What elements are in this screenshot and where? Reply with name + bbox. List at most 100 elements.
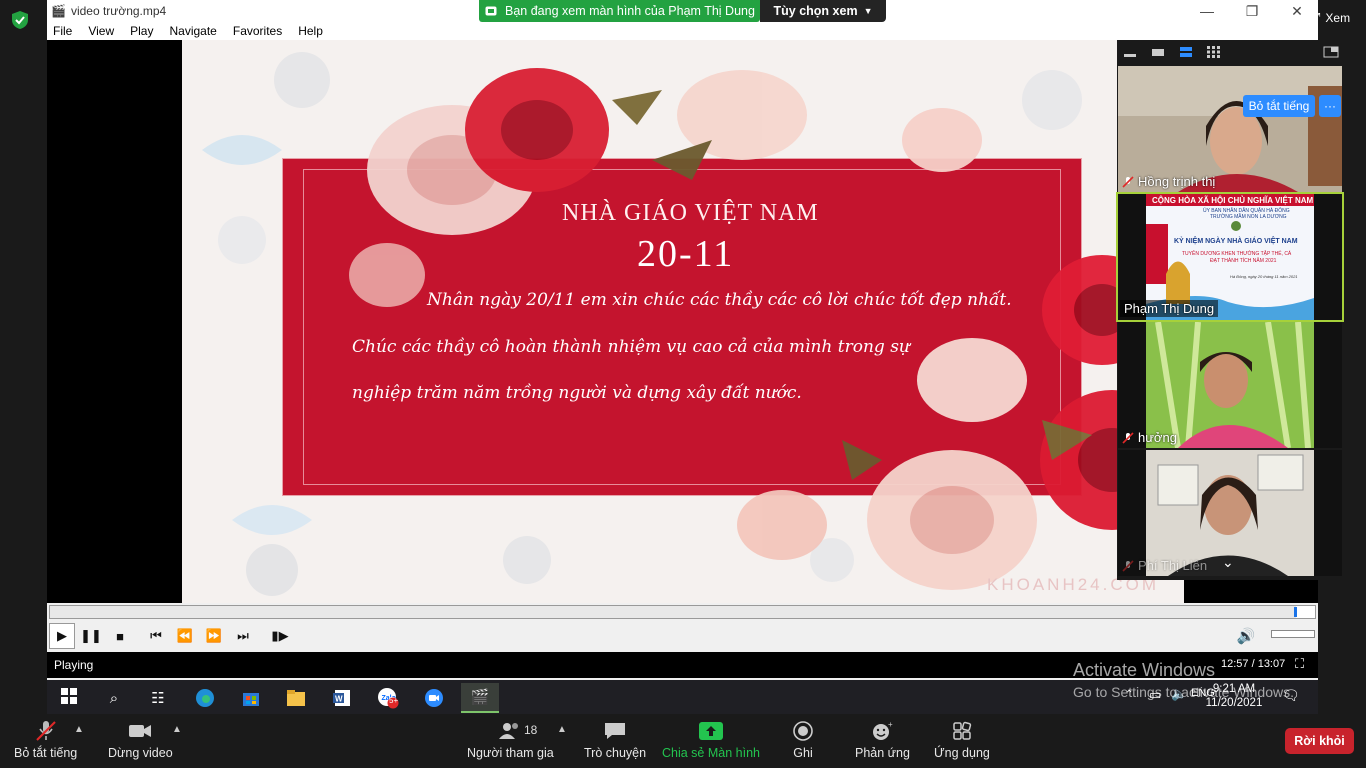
view-options-button[interactable]: Tùy chọn xem ▼ [760, 0, 886, 22]
mute-options-chevron-icon[interactable]: ▲ [74, 724, 84, 735]
shared-slide-line-3: TRƯỜNG MẦM NON LA DƯƠNG [1210, 214, 1287, 220]
chat-icon [605, 723, 626, 739]
chat-label: Trò chuyện [584, 746, 647, 760]
apps-button[interactable]: Ứng dụng [934, 720, 990, 760]
video-camera-icon [129, 725, 152, 737]
zalo-badge: 5+ [389, 696, 399, 705]
volume-slider[interactable] [1271, 630, 1315, 638]
player-title: video trường.mp4 [70, 4, 167, 18]
menu-file[interactable]: File [53, 24, 72, 38]
single-view-icon[interactable] [1151, 46, 1165, 58]
strip-view-icon[interactable] [1179, 46, 1193, 58]
card-title: NHÀ GIÁO VIỆT NAM [562, 200, 819, 226]
unmute-all-button[interactable]: Bỏ tắt tiếng [1243, 95, 1315, 117]
next-icon[interactable]: ⏭ [230, 623, 256, 649]
svg-text:+: + [888, 720, 893, 729]
seek-progress [50, 606, 1297, 618]
activate-windows-title: Activate Windows [1073, 660, 1216, 680]
smiley-icon: + [873, 720, 893, 740]
play-icon[interactable]: ▶ [49, 623, 75, 649]
participant-tile[interactable]: Bỏ tắt tiếng ··· Hồng trịnh thị [1118, 66, 1342, 192]
participant-name: Phạm Thị Dung [1124, 301, 1215, 316]
volume-icon[interactable]: 🔊 [1233, 623, 1259, 649]
view-button[interactable]: ⤢ Xem [1310, 10, 1350, 26]
minimize-panel-icon[interactable] [1123, 46, 1137, 58]
participants-options-chevron-icon[interactable]: ▲ [557, 724, 567, 735]
zalo-icon[interactable]: Zalo [369, 683, 407, 713]
search-icon[interactable]: ⌕ [95, 683, 133, 713]
pop-out-icon[interactable] [1323, 46, 1339, 58]
store-icon[interactable] [232, 683, 270, 713]
pause-icon[interactable]: ❚❚ [78, 623, 104, 649]
frame-step-icon[interactable]: ▮▶ [267, 623, 293, 649]
participant-name-label: Hồng trịnh thị [1122, 174, 1215, 189]
shield-icon[interactable] [10, 10, 30, 30]
participant-tile[interactable]: hưởng [1118, 322, 1342, 448]
record-button[interactable]: Ghi [790, 720, 816, 760]
zoom-meeting-window: 🎬 video trường.mp4 — ❐ ✕ File View Play … [0, 0, 1366, 768]
grid-view-icon[interactable] [1207, 46, 1221, 58]
screen-share-icon [485, 6, 497, 16]
participants-label: Người tham gia [467, 746, 554, 760]
mic-muted-icon [1122, 431, 1134, 444]
shared-slide-line-6: ĐẠT THÀNH TÍCH NĂM 2021 [1210, 258, 1277, 264]
maximize-icon[interactable]: ❐ [1232, 0, 1272, 22]
activate-windows-subtitle: Go to Settings to activate Windows. [1073, 684, 1294, 700]
more-options-button[interactable]: ··· [1319, 95, 1341, 117]
task-view-icon[interactable]: ☷ [139, 683, 177, 713]
media-player-icon[interactable]: 🎬 [461, 683, 499, 713]
seek-thumb[interactable] [1294, 607, 1298, 617]
record-label: Ghi [793, 746, 813, 760]
card-greeting-line-2: Chúc các thầy cô hoàn thành nhiệm vụ cao… [352, 337, 910, 357]
svg-text:W: W [335, 695, 343, 704]
mic-muted-icon [1122, 175, 1134, 188]
seek-bar[interactable] [49, 605, 1316, 619]
menu-favorites[interactable]: Favorites [233, 24, 282, 38]
fullscreen-icon[interactable]: ⛶ [1295, 656, 1304, 672]
player-menu-bar: File View Play Navigate Favorites Help [47, 22, 1318, 40]
view-options-label: Tùy chọn xem [773, 4, 858, 18]
edge-browser-icon[interactable] [186, 683, 224, 713]
chevron-down-icon: ▼ [863, 6, 873, 16]
minimize-icon[interactable]: — [1187, 0, 1227, 22]
mic-muted-icon [1122, 559, 1134, 572]
participant-tile[interactable]: Phí Thị Liên ⌄ [1118, 450, 1342, 576]
participants-icon [499, 723, 519, 739]
participant-gallery: Bỏ tắt tiếng ··· Hồng trịnh thị CỘNG HÒA… [1116, 40, 1366, 580]
stop-icon[interactable]: ■ [107, 623, 133, 649]
mute-button[interactable]: Bỏ tắt tiếng [14, 720, 77, 760]
fast-forward-icon[interactable]: ⏩ [201, 623, 227, 649]
menu-play[interactable]: Play [130, 24, 153, 38]
participant-name-label: Phạm Thị Dung [1120, 300, 1219, 317]
scroll-down-chevron-icon[interactable]: ⌄ [1222, 554, 1234, 571]
stop-video-label: Dừng video [108, 746, 173, 760]
reactions-label: Phản ứng [855, 746, 910, 760]
file-explorer-icon[interactable] [277, 683, 315, 713]
stop-video-button[interactable]: Dừng video [108, 720, 173, 760]
share-screen-label: Chia sẻ Màn hình [662, 746, 760, 760]
chat-button[interactable]: Trò chuyện [584, 720, 646, 760]
apps-icon [953, 721, 972, 740]
menu-help[interactable]: Help [298, 24, 323, 38]
gallery-layout-bar [1117, 40, 1366, 66]
rewind-icon[interactable]: ⏪ [172, 623, 198, 649]
previous-icon[interactable]: ⏮ [143, 623, 169, 649]
menu-view[interactable]: View [88, 24, 114, 38]
participant-name: Hồng trịnh thị [1138, 174, 1216, 189]
playback-status: Playing [54, 658, 94, 672]
participant-tile-active[interactable]: CỘNG HÒA XÃ HỘI CHỦ NGHĨA VIỆT NAM ỦY BA… [1116, 192, 1344, 322]
menu-navigate[interactable]: Navigate [169, 24, 216, 38]
participant-count: 18 [524, 723, 538, 737]
playback-time: 12:57 / 13:07 [1221, 658, 1286, 670]
shared-slide-line-7: Hà Đông, ngày 20 tháng 11 năm 2021 [1230, 274, 1298, 279]
video-options-chevron-icon[interactable]: ▲ [172, 724, 182, 735]
windows-start-icon[interactable] [61, 688, 77, 704]
word-icon[interactable]: W [323, 683, 361, 713]
mute-label: Bỏ tắt tiếng [14, 746, 78, 760]
zoom-app-icon[interactable] [415, 683, 453, 713]
share-screen-button[interactable]: Chia sẻ Màn hình [662, 720, 760, 760]
participants-button[interactable]: Người tham gia [467, 720, 554, 760]
leave-meeting-button[interactable]: Rời khỏi [1285, 728, 1354, 754]
card-greeting-line-1: Nhân ngày 20/11 em xin chúc các thầy các… [427, 290, 1012, 310]
reactions-button[interactable]: + Phản ứng [855, 720, 910, 760]
